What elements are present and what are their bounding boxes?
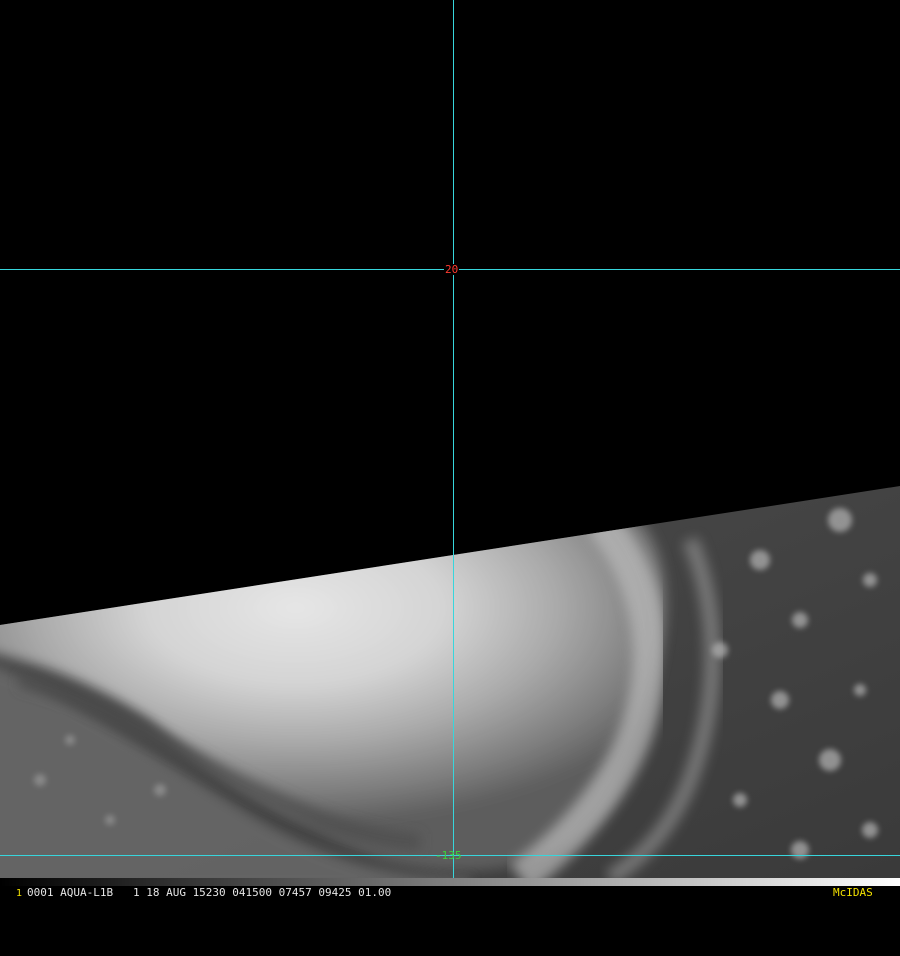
satellite-image-viewport: 20 -135 1 0001 AQUA-L1B 1 18 AUG 15230 0… [0,0,900,900]
status-bar: 1 0001 AQUA-L1B 1 18 AUG 15230 041500 07… [0,886,900,900]
frame-index: 1 [16,888,23,899]
grayscale-ramp [0,878,900,886]
satellite-cloud-image [0,0,900,878]
longitude-grid-line [453,0,454,878]
latitude-label: 20 [444,263,460,276]
image-metadata-text: 0001 AQUA-L1B 1 18 AUG 15230 041500 0745… [27,886,392,899]
brand-label: McIDAS [833,886,873,899]
longitude-label: -135 [435,849,462,862]
